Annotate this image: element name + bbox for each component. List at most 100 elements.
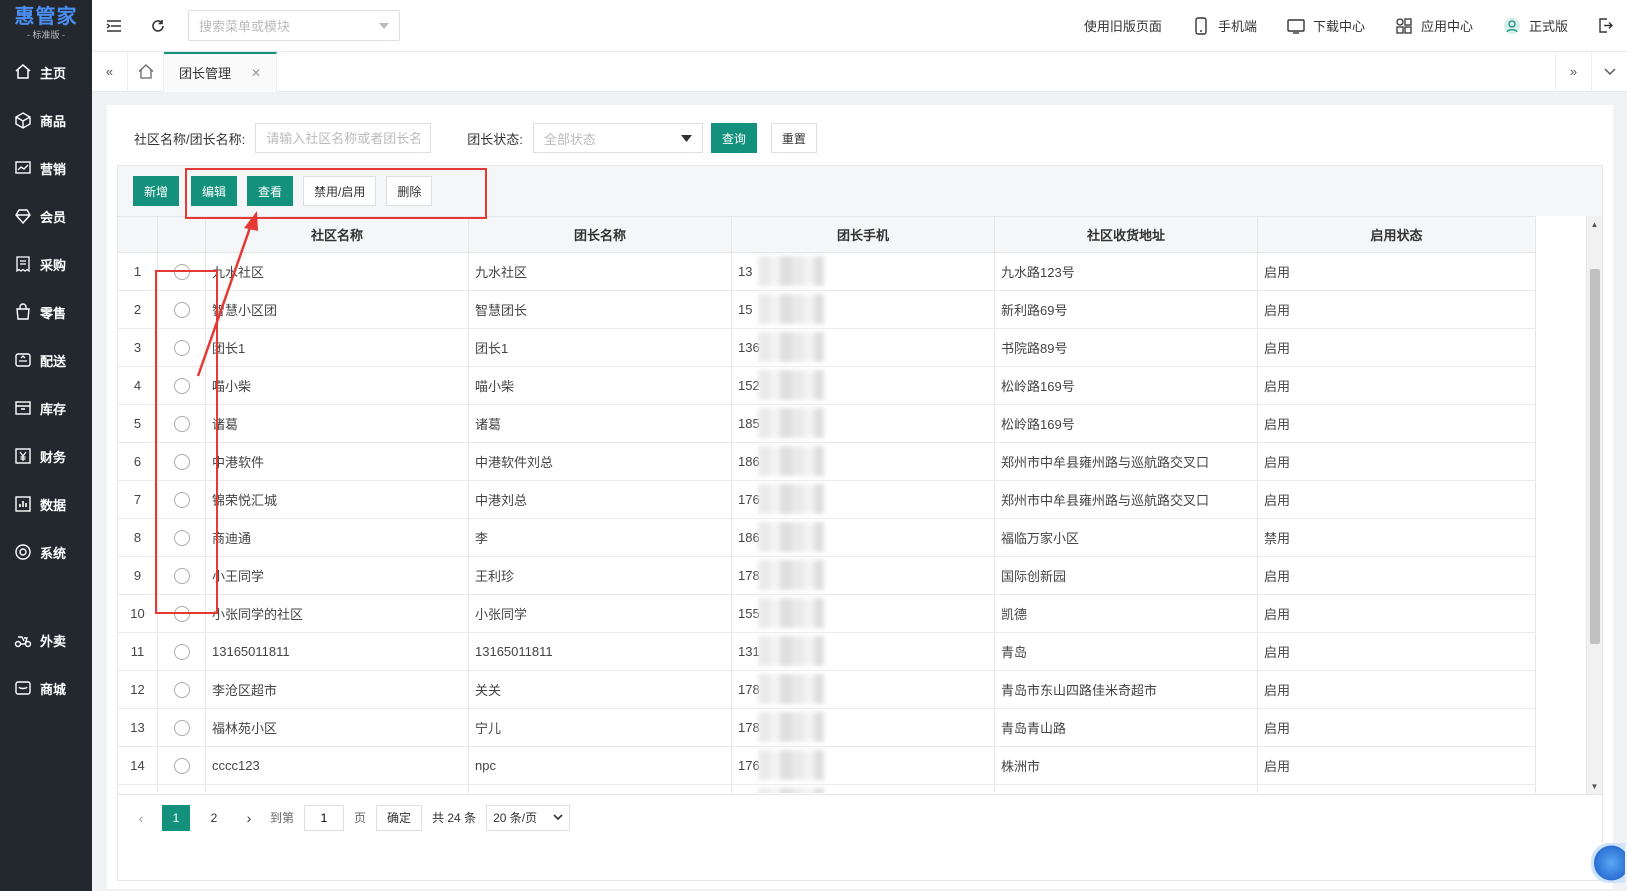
- topbar-link-1[interactable]: 手机端: [1177, 0, 1272, 52]
- row-index: 12: [118, 671, 158, 708]
- toggle-status-button[interactable]: 禁用/启用: [303, 176, 377, 206]
- column-header-address[interactable]: 社区收货地址: [995, 217, 1258, 252]
- tab-leader-management[interactable]: 团长管理 ✕: [164, 51, 278, 92]
- sidebar-item-bar-chart[interactable]: 数据: [0, 480, 92, 528]
- menu-search-select[interactable]: 搜索菜单或模块: [188, 10, 400, 41]
- table-row[interactable]: 13 福林苑小区 宁儿 178 青岛青山路 启用: [118, 709, 1536, 747]
- home-tab-icon[interactable]: [128, 51, 164, 92]
- row-select-radio[interactable]: [173, 491, 190, 508]
- row-index: 2: [118, 291, 158, 328]
- logout-icon[interactable]: [1583, 0, 1627, 52]
- prev-page-icon[interactable]: ‹: [130, 810, 152, 826]
- status-filter-select[interactable]: 全部状态: [532, 123, 703, 153]
- scroll-down-icon[interactable]: ▼: [1587, 778, 1602, 794]
- table-scrollbar[interactable]: ▲ ▼: [1586, 216, 1602, 794]
- row-select-radio[interactable]: [173, 339, 190, 356]
- refresh-icon[interactable]: [136, 0, 180, 52]
- table-row[interactable]: 6 中港软件 中港软件刘总 186 郑州市中牟县雍州路与巡航路交叉口 启用: [118, 443, 1536, 481]
- row-index: 10: [118, 595, 158, 632]
- view-button[interactable]: 查看: [247, 176, 294, 206]
- sidebar-item-truck[interactable]: 配送: [0, 336, 92, 384]
- sidebar-item-label: 商城: [40, 681, 67, 697]
- sidebar-item-yen[interactable]: 财务: [0, 432, 92, 480]
- sidebar-item-diamond[interactable]: 会员: [0, 192, 92, 240]
- row-index: 7: [118, 481, 158, 518]
- next-page-icon[interactable]: ›: [238, 810, 260, 826]
- row-select-radio[interactable]: [173, 377, 190, 394]
- sidebar-item-store[interactable]: 商城: [0, 664, 92, 712]
- row-select-radio[interactable]: [173, 263, 190, 280]
- add-button[interactable]: 新增: [133, 176, 180, 206]
- delete-button[interactable]: 删除: [386, 176, 433, 206]
- table-row[interactable]: 7 锦荣悦汇城 中港刘总 176 郑州市中牟县雍州路与巡航路交叉口 启用: [118, 481, 1536, 519]
- topbar-link-3[interactable]: 应用中心: [1380, 0, 1488, 52]
- sidebar-item-box[interactable]: 库存: [0, 384, 92, 432]
- table-row[interactable]: 1 九水社区 九水社区 13 九水路123号 启用: [118, 253, 1536, 291]
- cell-community-name: 锦荣悦汇城: [206, 481, 469, 518]
- scroll-up-icon[interactable]: ▲: [1587, 216, 1602, 232]
- row-select-radio[interactable]: [173, 453, 190, 470]
- table-row[interactable]: 10 小张同学的社区 小张同学 155 凯德 启用: [118, 595, 1536, 633]
- sidebar-item-delivery[interactable]: 外卖: [0, 616, 92, 664]
- topbar-link-0[interactable]: 使用旧版页面: [1069, 0, 1177, 52]
- row-select-radio[interactable]: [173, 529, 190, 546]
- topbar-link-4[interactable]: 正式版: [1488, 0, 1583, 52]
- cell-leader-phone: 186: [732, 519, 995, 556]
- sidebar-item-chart[interactable]: 营销: [0, 144, 92, 192]
- scroll-thumb[interactable]: [1590, 269, 1600, 644]
- row-select-radio[interactable]: [173, 643, 190, 660]
- row-select-radio[interactable]: [173, 567, 190, 584]
- sidebar-item-home[interactable]: 主页: [0, 48, 92, 96]
- phone-prefix: 178: [738, 568, 760, 583]
- brand-logo[interactable]: 惠管家 - 标准版 -: [0, 0, 92, 48]
- table-row[interactable]: 5 诸葛 诸葛 185 松岭路169号 启用: [118, 405, 1536, 443]
- goto-page-input[interactable]: [304, 804, 345, 831]
- table-row[interactable]: 9 小王同学 王利珍 178 国际创新园 启用: [118, 557, 1536, 595]
- topbar-link-2[interactable]: 下载中心: [1272, 0, 1380, 52]
- query-button[interactable]: 查询: [710, 123, 757, 153]
- tab-scroll-right-icon[interactable]: »: [1555, 51, 1591, 92]
- sidebar-item-label: 系统: [40, 545, 67, 561]
- table-row[interactable]: 11 13165011811 13165011811 131 青岛 启用: [118, 633, 1536, 671]
- table-row[interactable]: 3 团长1 团长1 136 书院路89号 启用: [118, 329, 1536, 367]
- page-size-select[interactable]: 20 条/页: [486, 804, 571, 831]
- sidebar-item-label: 库存: [40, 401, 67, 417]
- table-row[interactable]: 8 商迪通李 186 福临万家小区 禁用: [118, 519, 1536, 557]
- edit-button[interactable]: 编辑: [191, 176, 238, 206]
- phone-redaction: [758, 750, 824, 780]
- column-header-leader[interactable]: 团长名称: [469, 217, 732, 252]
- name-filter-input[interactable]: [255, 123, 432, 153]
- menu-collapse-icon[interactable]: [92, 0, 136, 52]
- assistant-float-icon[interactable]: [1591, 843, 1625, 883]
- tab-menu-chevron-icon[interactable]: [1591, 51, 1627, 92]
- row-select-radio[interactable]: [173, 719, 190, 736]
- sidebar-item-settings[interactable]: 系统: [0, 528, 92, 576]
- table-row[interactable]: 15 鹏飞的团小龙黄鹏飞155振华企业广场B座23楼启用: [118, 785, 1536, 793]
- column-header-community[interactable]: 社区名称: [206, 217, 469, 252]
- sidebar-item-bag[interactable]: 零售: [0, 288, 92, 336]
- table-row[interactable]: 4 喵小柴 喵小柴 152 松岭路169号 启用: [118, 367, 1536, 405]
- page-button-1[interactable]: 1: [162, 804, 190, 831]
- row-select-radio[interactable]: [173, 605, 190, 622]
- column-header-phone[interactable]: 团长手机: [732, 217, 995, 252]
- tab-scroll-left-icon[interactable]: «: [92, 51, 128, 92]
- reset-button[interactable]: 重置: [770, 123, 817, 153]
- row-select-radio[interactable]: [173, 681, 190, 698]
- phone-redaction: [758, 712, 824, 742]
- sidebar-item-receipt[interactable]: 采购: [0, 240, 92, 288]
- row-index: 8: [118, 519, 158, 556]
- column-header-status[interactable]: 启用状态: [1258, 217, 1536, 252]
- yen-icon: [14, 447, 32, 465]
- row-select-radio[interactable]: [173, 301, 190, 318]
- goto-confirm-button[interactable]: 确定: [376, 804, 423, 831]
- cell-leader-phone: 186: [732, 443, 995, 480]
- table-row[interactable]: 14 cccc123 npc 176 株洲市 启用: [118, 747, 1536, 785]
- table-row[interactable]: 2 智慧小区团 智慧团长 15 新利路69号 启用: [118, 291, 1536, 329]
- sidebar-item-cube[interactable]: 商品: [0, 96, 92, 144]
- cube-icon: [14, 111, 32, 129]
- row-select-radio[interactable]: [173, 757, 190, 774]
- row-select-radio[interactable]: [173, 415, 190, 432]
- page-button-2[interactable]: 2: [200, 805, 228, 831]
- table-row[interactable]: 12 李沧区超市 关关 178 青岛市东山四路佳米奇超市 启用: [118, 671, 1536, 709]
- close-icon[interactable]: ✕: [251, 66, 261, 80]
